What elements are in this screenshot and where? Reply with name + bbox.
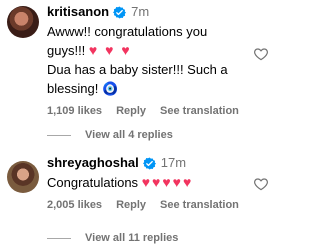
username[interactable]: kritisanon: [47, 3, 109, 21]
heart-outline-icon[interactable]: [253, 176, 269, 192]
reply-button[interactable]: Reply: [116, 105, 146, 117]
nazar-emoji: 🧿: [101, 81, 119, 96]
replies-divider: [47, 134, 71, 136]
view-replies-link[interactable]: View all 11 replies: [47, 232, 178, 244]
see-translation-button[interactable]: See translation: [160, 199, 239, 211]
reply-button[interactable]: Reply: [116, 199, 146, 211]
likes-count[interactable]: 1,109 likes: [47, 105, 102, 117]
comment-body: kritisanon 7m Awww!! congratulations you…: [47, 3, 247, 117]
verified-badge-icon: [142, 157, 156, 169]
comment-line: Dua has a baby sister!!! Such a: [47, 62, 228, 77]
comment-line-text: Congratulations: [47, 175, 139, 190]
comment-text: Congratulations ♥♥♥♥♥: [47, 173, 247, 192]
likes-count[interactable]: 2,005 likes: [47, 199, 102, 211]
view-replies-label: View all 4 replies: [85, 129, 173, 141]
comment-meta: 2,005 likes Reply See translation: [47, 199, 247, 211]
comment-line-text: guys!!!: [47, 43, 86, 58]
comment-header: kritisanon 7m: [47, 3, 247, 21]
verified-badge-icon: [113, 6, 127, 18]
heart-outline-icon[interactable]: [253, 46, 269, 62]
comment-line: Awww!! congratulations you: [47, 24, 208, 39]
comment-header: shreyaghoshal 17m: [47, 154, 247, 172]
username[interactable]: shreyaghoshal: [47, 154, 139, 172]
replies-divider: [47, 237, 71, 239]
comment-body: shreyaghoshal 17m Congratulations ♥♥♥♥♥ …: [47, 154, 247, 211]
heart-emoji: ♥♥♥♥♥: [141, 174, 194, 190]
comment-time: 17m: [160, 155, 187, 170]
heart-emoji: ♥ ♥ ♥: [88, 42, 132, 58]
comment-meta: 1,109 likes Reply See translation: [47, 105, 247, 117]
avatar[interactable]: [7, 6, 39, 38]
comment-line: guys!!! ♥ ♥ ♥: [47, 41, 247, 60]
comment-time: 7m: [131, 4, 150, 19]
comment-line-text: blessing!: [47, 81, 99, 96]
view-replies-link[interactable]: View all 4 replies: [47, 129, 173, 141]
view-replies-label: View all 11 replies: [85, 232, 179, 244]
comment-line: blessing! 🧿: [47, 79, 247, 98]
comment-text: Awww!! congratulations you guys!!! ♥ ♥ ♥…: [47, 22, 247, 98]
avatar[interactable]: [7, 161, 39, 193]
see-translation-button[interactable]: See translation: [160, 105, 239, 117]
